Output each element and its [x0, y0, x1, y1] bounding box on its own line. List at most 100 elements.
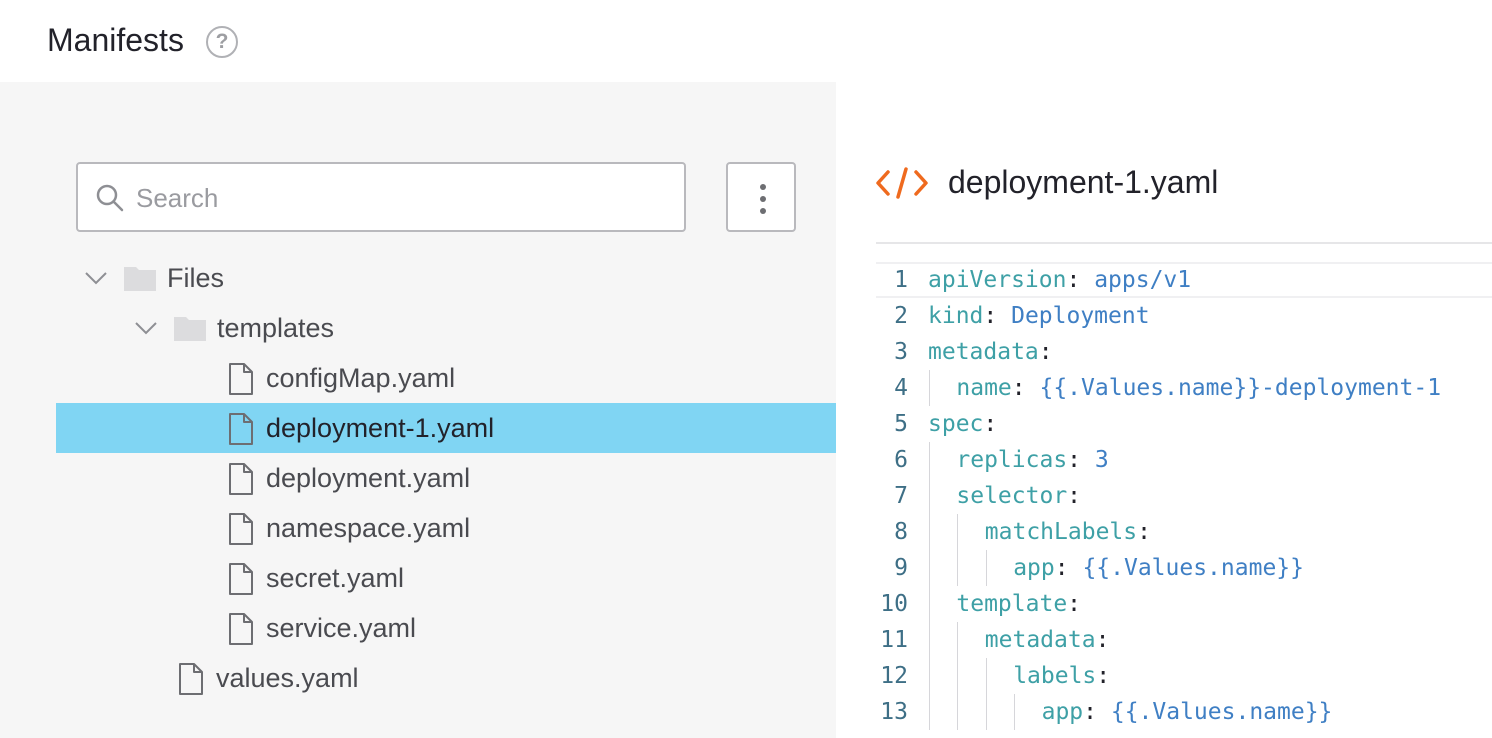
- yaml-value: {{.Values.name}}: [1082, 555, 1304, 581]
- yaml-key: selector: [956, 483, 1068, 509]
- code-text: matchLabels:: [985, 514, 1151, 550]
- code-brackets-icon: [876, 167, 928, 199]
- yaml-key: metadata: [928, 339, 1039, 365]
- file-icon: [179, 663, 203, 695]
- file-editor-panel: deployment-1.yaml 1 apiVersion: apps/v1 2 k…: [836, 122, 1492, 738]
- line-number: 8: [894, 519, 908, 545]
- line-number: 9: [894, 555, 908, 581]
- code-line: 13 app: {{.Values.name}}: [876, 694, 1492, 730]
- yaml-separator: :: [1054, 555, 1083, 581]
- code-line: 3 metadata:: [876, 334, 1492, 370]
- code-text: metadata:: [985, 622, 1110, 658]
- editor-file-name: deployment-1.yaml: [948, 164, 1219, 200]
- tree-item-label: service.yaml: [266, 613, 417, 643]
- line-number: 5: [894, 411, 908, 437]
- folder-icon: [124, 267, 156, 291]
- indent-guide: [929, 550, 930, 586]
- indent-guide: [929, 514, 930, 550]
- file-browser-panel: Files templates configMap.yaml deployment-1…: [0, 82, 836, 738]
- yaml-separator: :: [983, 303, 1012, 329]
- yaml-separator: :: [983, 411, 998, 437]
- folder-icon: [174, 317, 206, 341]
- yaml-value: 3: [1094, 447, 1109, 473]
- yaml-separator: :: [1066, 267, 1095, 293]
- chevron-down-icon[interactable]: [84, 266, 108, 290]
- code-text: kind: Deployment: [928, 298, 1150, 334]
- tree-file-row[interactable]: deployment.yaml: [56, 453, 836, 503]
- indent-guide: [929, 694, 930, 730]
- tree-folder-row[interactable]: Files: [56, 253, 836, 303]
- help-icon[interactable]: ?: [206, 26, 238, 58]
- indent-guide: [957, 658, 959, 694]
- line-number: 12: [880, 663, 908, 689]
- file-icon: [229, 563, 253, 595]
- code-line: 11 metadata:: [876, 622, 1492, 658]
- yaml-separator: :: [1067, 447, 1095, 473]
- indent-guide: [957, 514, 959, 550]
- indent-guide: [929, 586, 930, 622]
- yaml-key: name: [956, 375, 1012, 401]
- code-text: name: {{.Values.name}}-deployment-1: [956, 370, 1441, 406]
- tree-file-row[interactable]: namespace.yaml: [56, 503, 836, 553]
- code-line: 4 name: {{.Values.name}}-deployment-1: [876, 370, 1492, 406]
- indent-guide: [985, 550, 987, 586]
- file-icon: [229, 363, 253, 395]
- indent-guide: [985, 694, 987, 730]
- code-text: metadata:: [928, 334, 1053, 370]
- tree-file-row[interactable]: configMap.yaml: [56, 353, 836, 403]
- tree-folder-row[interactable]: templates: [56, 303, 836, 353]
- yaml-key: template: [956, 591, 1068, 617]
- chevron-down-icon[interactable]: [134, 316, 158, 340]
- line-number: 1: [894, 267, 908, 293]
- page-header: Manifests ?: [0, 0, 1492, 82]
- indent-guide: [929, 622, 930, 658]
- yaml-separator: :: [1095, 627, 1110, 653]
- yaml-key: apiVersion: [928, 267, 1067, 293]
- yaml-key: spec: [928, 411, 984, 437]
- file-icon: [229, 613, 253, 645]
- tree-item-label: templates: [217, 313, 335, 343]
- code-line: 7 selector:: [876, 478, 1492, 514]
- file-icon: [229, 413, 253, 445]
- line-number: 4: [894, 375, 908, 401]
- yaml-separator: :: [1096, 663, 1111, 689]
- yaml-key: metadata: [984, 627, 1096, 653]
- yaml-value: {{.Values.name}}-deployment-1: [1039, 375, 1442, 401]
- yaml-key: app: [1013, 555, 1055, 581]
- yaml-value: Deployment: [1011, 303, 1150, 329]
- file-icon: [229, 463, 253, 495]
- indent-guide: [957, 550, 959, 586]
- line-number: 6: [894, 447, 908, 473]
- yaml-value: apps/v1: [1094, 267, 1192, 293]
- tree-item-label: secret.yaml: [266, 563, 405, 593]
- yaml-key: kind: [928, 303, 984, 329]
- yaml-key: matchLabels: [984, 519, 1138, 545]
- code-text: labels:: [1013, 658, 1110, 694]
- indent-guide: [929, 478, 930, 514]
- indent-guide: [929, 370, 930, 406]
- tree-file-row[interactable]: service.yaml: [56, 603, 836, 653]
- indent-guide: [957, 694, 959, 730]
- code-line: 8 matchLabels:: [876, 514, 1492, 550]
- tree-item-label: namespace.yaml: [266, 513, 471, 543]
- yaml-key: replicas: [956, 447, 1068, 473]
- code-line: 6 replicas: 3: [876, 442, 1492, 478]
- tree-item-label: deployment-1.yaml: [266, 413, 495, 443]
- code-text: template:: [956, 586, 1081, 622]
- tree-item-label: deployment.yaml: [266, 463, 471, 493]
- code-editor[interactable]: 1 apiVersion: apps/v1 2 kind: Deployment 3 me…: [876, 262, 1492, 738]
- tree-file-row[interactable]: values.yaml: [56, 653, 836, 703]
- search-input[interactable]: [136, 176, 666, 220]
- page-title: Manifests: [47, 22, 184, 58]
- indent-guide: [985, 658, 987, 694]
- tree-item-label: Files: [167, 263, 225, 293]
- yaml-separator: :: [1067, 591, 1082, 617]
- code-text: app: {{.Values.name}}: [1042, 694, 1333, 730]
- search-icon: [96, 184, 124, 212]
- code-text: apiVersion: apps/v1: [928, 264, 1191, 296]
- tree-file-row[interactable]: secret.yaml: [56, 553, 836, 603]
- code-text: spec:: [928, 406, 997, 442]
- more-options-button[interactable]: [726, 162, 796, 232]
- tree-file-row[interactable]: deployment-1.yaml: [56, 403, 836, 453]
- yaml-value: {{.Values.name}}: [1110, 699, 1333, 725]
